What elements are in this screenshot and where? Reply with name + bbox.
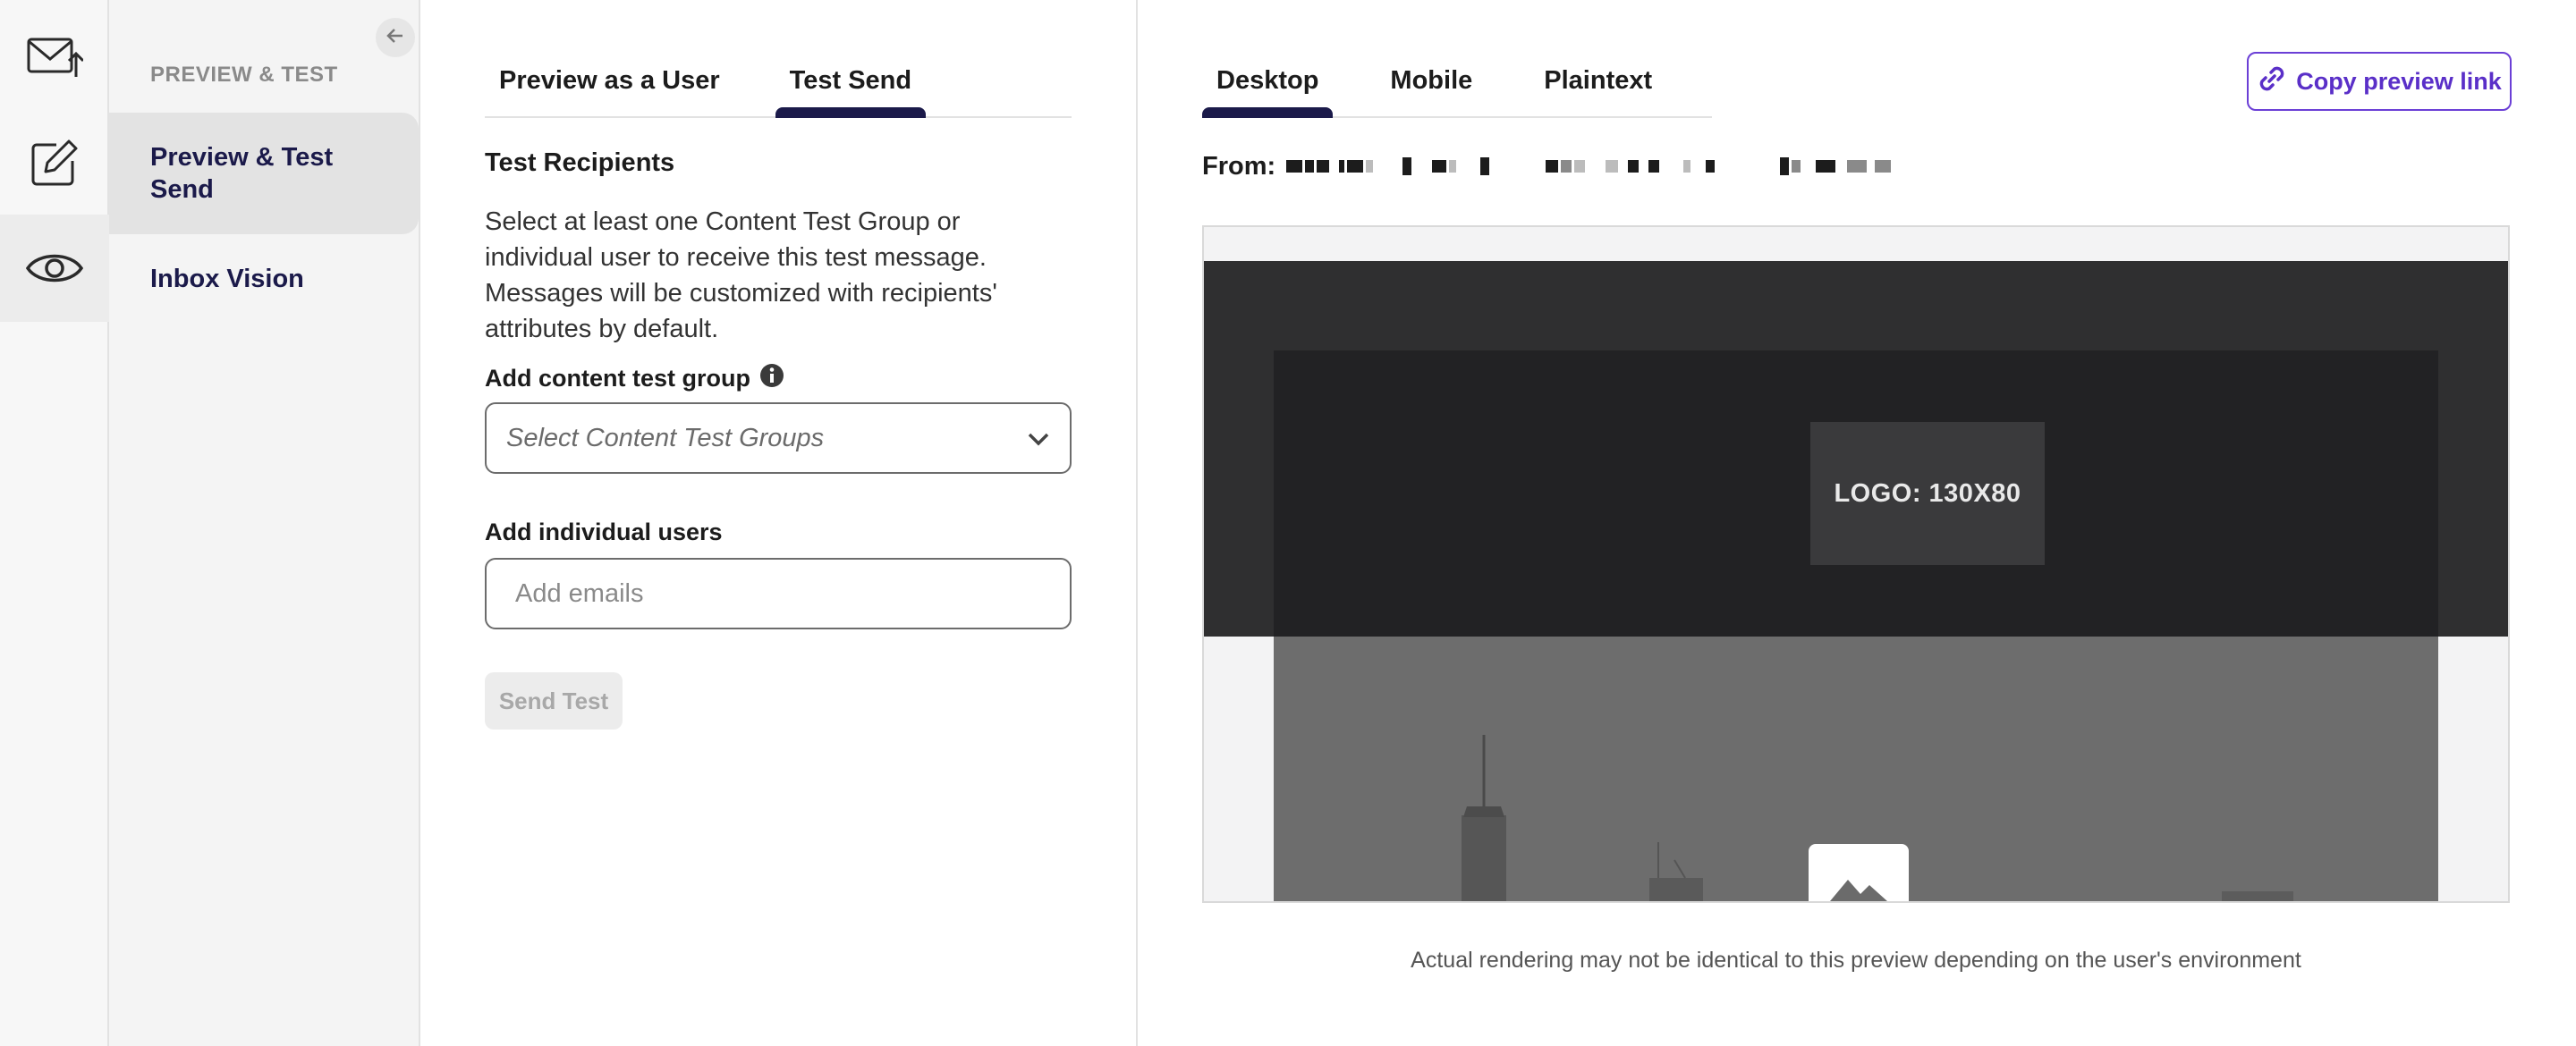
- copy-link-label: Copy preview link: [2296, 67, 2502, 95]
- rail-item-messages[interactable]: [0, 4, 109, 111]
- tab-plaintext[interactable]: Plaintext: [1530, 45, 1666, 116]
- test-recipients-description: Select at least one Content Test Group o…: [485, 207, 997, 343]
- sidebar-item-label: Preview & Test Send: [150, 143, 334, 204]
- info-icon[interactable]: [759, 363, 784, 394]
- tab-test-send[interactable]: Test Send: [775, 45, 927, 118]
- eye-icon: [26, 249, 83, 288]
- rendering-disclaimer: Actual rendering may not be identical to…: [1411, 948, 2301, 973]
- tab-preview-as-user[interactable]: Preview as a User: [485, 45, 734, 116]
- add-emails-input[interactable]: Add emails: [485, 558, 1072, 629]
- input-placeholder: Add emails: [515, 578, 644, 608]
- tab-mobile[interactable]: Mobile: [1376, 45, 1487, 116]
- preview-test-sidebar: PREVIEW & TEST Preview & Test Send Inbox…: [109, 0, 420, 1046]
- arrow-left-icon: [385, 25, 406, 51]
- device-tabs: Desktop Mobile Plaintext: [1202, 45, 1712, 118]
- sidebar-item-label: Inbox Vision: [150, 265, 304, 293]
- collapse-sidebar-button[interactable]: [376, 18, 415, 57]
- pane-divider: [1136, 0, 1138, 1046]
- mail-upload-icon: [26, 34, 83, 80]
- sidebar-heading: PREVIEW & TEST: [150, 63, 338, 87]
- hero-image: [1274, 637, 2438, 901]
- redacted-sender: [1286, 157, 1892, 175]
- rail-item-compose[interactable]: [0, 109, 109, 216]
- content-test-group-select[interactable]: Select Content Test Groups: [485, 402, 1072, 474]
- mountain-image-icon: [1830, 871, 1887, 901]
- test-recipients-title: Test Recipients: [485, 148, 675, 177]
- from-label: From:: [1202, 151, 1276, 181]
- rail-item-preview[interactable]: [0, 215, 109, 322]
- tab-desktop[interactable]: Desktop: [1202, 45, 1334, 118]
- image-placeholder: [1809, 844, 1909, 901]
- preview-mode-tabs: Preview as a User Test Send: [485, 45, 1072, 118]
- copy-preview-link-button[interactable]: Copy preview link: [2247, 52, 2512, 111]
- edit-icon: [30, 138, 80, 188]
- send-test-button[interactable]: Send Test: [485, 672, 623, 730]
- email-preview-frame: LOGO: 130X80: [1202, 225, 2510, 903]
- sidebar-item-preview-test-send[interactable]: Preview & Test Send: [109, 113, 419, 234]
- content-test-group-label: Add content test group: [485, 365, 750, 392]
- from-row: From:: [1202, 148, 1892, 184]
- link-icon: [2257, 63, 2287, 100]
- chevron-down-icon: [1027, 424, 1050, 453]
- email-header-inner: LOGO: 130X80: [1274, 350, 2438, 637]
- individual-users-label: Add individual users: [485, 519, 723, 545]
- sidebar-item-inbox-vision[interactable]: Inbox Vision: [109, 243, 419, 315]
- select-placeholder: Select Content Test Groups: [506, 423, 825, 452]
- logo-placeholder: LOGO: 130X80: [1810, 422, 2045, 565]
- icon-rail: [0, 0, 109, 1046]
- content-test-group-label-row: Add content test group: [485, 363, 784, 394]
